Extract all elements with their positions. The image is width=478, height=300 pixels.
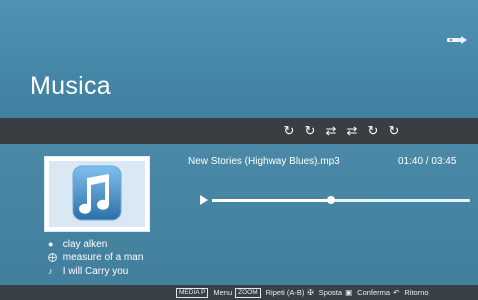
music-note-icon [72, 165, 122, 221]
page-title: Musica [30, 72, 111, 100]
artist-icon: ● [48, 239, 54, 249]
album-label: measure of a man [62, 252, 144, 263]
confirm-label: Conferma [357, 288, 391, 297]
play-icon[interactable] [200, 195, 208, 205]
song-label: I will Carry you [62, 266, 129, 277]
shuffle-icon[interactable]: ⇄ [324, 123, 338, 139]
album-icon: ⨁ [48, 252, 57, 262]
progress-fill [212, 199, 331, 202]
repeat-all-icon[interactable]: ↻ [303, 123, 317, 139]
zoom-key[interactable]: ZOOM [235, 288, 261, 298]
track-name: New Stories (Highway Blues).mp3 [188, 156, 340, 167]
album-art [44, 156, 150, 232]
media-key[interactable]: MEDIA P [176, 288, 209, 298]
shuffle-repeat-icon[interactable]: ⇄ [345, 123, 359, 139]
progress-bar[interactable] [212, 199, 470, 202]
confirm-icon: ▣ [345, 288, 353, 297]
repeat-one-icon[interactable]: ↻ [282, 123, 296, 139]
artist-label: clay alken [62, 239, 108, 250]
move-icon: ✠ [307, 288, 314, 297]
move-label: Sposta [318, 288, 343, 297]
footer-row: MEDIA P Menu ZOOM Ripeti (A-B) ✠ Sposta … [176, 288, 429, 298]
play-mode-icons: ↻ ↻ ⇄ ⇄ ↻ ↻ [282, 123, 401, 139]
song-row: ♪ I will Carry you [48, 266, 128, 277]
progress-knob[interactable] [326, 196, 335, 204]
album-row: ⨁ measure of a man [48, 252, 143, 263]
menu-label: Menu [213, 288, 233, 297]
back-icon: ↶ [393, 288, 400, 297]
usb-icon [447, 36, 467, 44]
repeat-folder-icon[interactable]: ↻ [387, 123, 401, 139]
time-readout: 01:40 / 03:45 [398, 156, 457, 167]
artist-row: ● clay alken [48, 239, 107, 250]
mode-bar [0, 118, 478, 144]
footer-help-bar: MEDIA P Menu ZOOM Ripeti (A-B) ✠ Sposta … [0, 285, 478, 300]
note-icon: ♪ [48, 266, 53, 276]
repeat-label: Ripeti (A-B) [265, 288, 305, 297]
repeat-icon[interactable]: ↻ [366, 123, 380, 139]
back-label: Ritorno [404, 288, 429, 297]
